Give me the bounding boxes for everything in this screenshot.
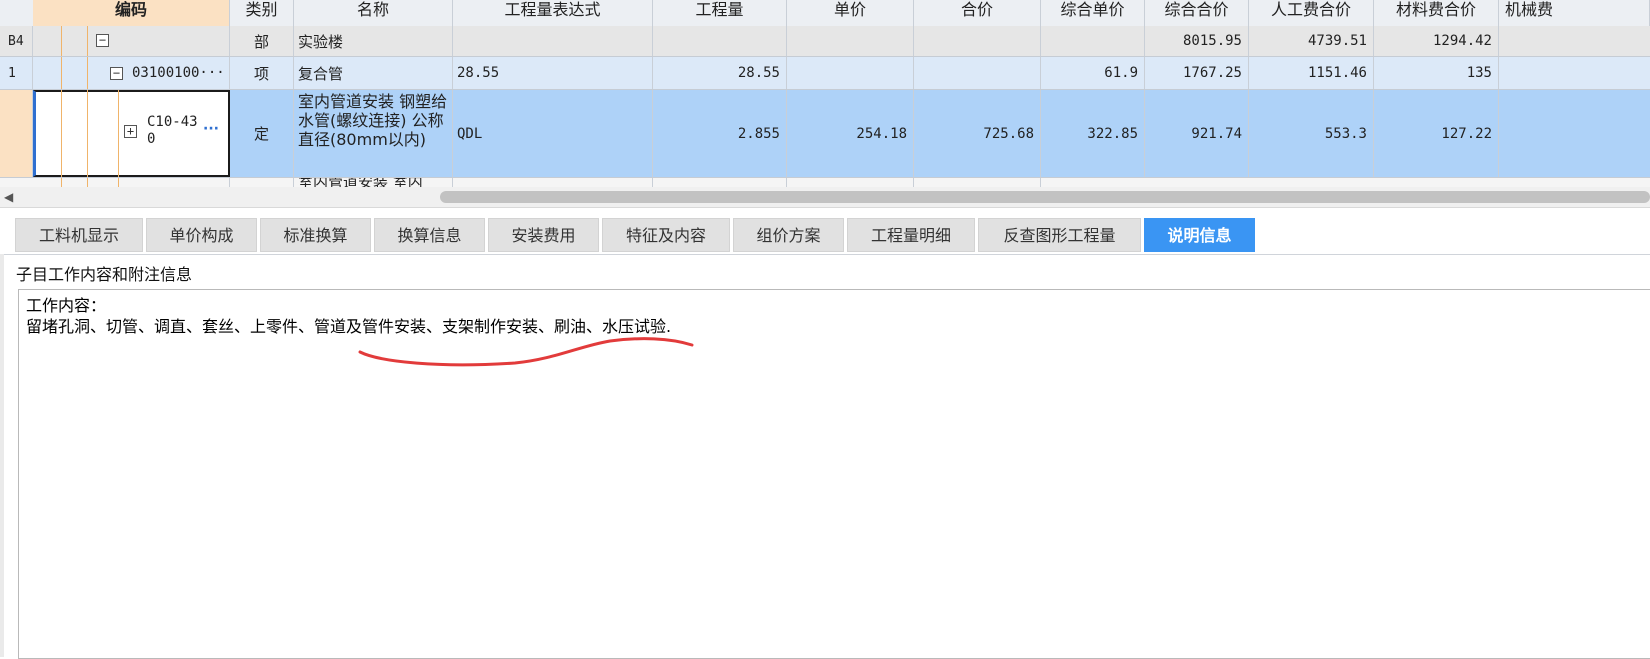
- col-header-material[interactable]: 材料费合价: [1374, 0, 1499, 26]
- tab-labor-material-machine[interactable]: 工料机显示: [15, 218, 143, 252]
- price-cell[interactable]: 254.18: [787, 90, 914, 177]
- type-cell[interactable]: 定: [230, 90, 294, 177]
- qty-cell[interactable]: 28.55: [653, 57, 787, 89]
- col-header-comp-price[interactable]: 综合单价: [1041, 0, 1145, 26]
- table-row[interactable]: 室内管道安装 室内: [0, 178, 1650, 187]
- expr-cell[interactable]: [453, 26, 653, 56]
- col-header-qty[interactable]: 工程量: [653, 0, 787, 26]
- tab-description-info[interactable]: 说明信息: [1144, 218, 1255, 252]
- row-number: [0, 90, 33, 177]
- code-cell[interactable]: 03100100···: [128, 57, 230, 89]
- tab-standard-conversion[interactable]: 标准换算: [260, 218, 371, 252]
- tab-reverse-graphic-quantity[interactable]: 反查图形工程量: [978, 218, 1141, 252]
- tab-installation-cost[interactable]: 安装费用: [488, 218, 599, 252]
- comp-price-cell[interactable]: 322.85: [1041, 90, 1145, 177]
- price-cell: [787, 178, 914, 187]
- code-text[interactable]: C10-43 0: [147, 114, 198, 148]
- total-cell[interactable]: [914, 26, 1041, 56]
- horizontal-scrollbar[interactable]: ◀: [0, 187, 1650, 208]
- name-cell[interactable]: 室内管道安装 钢塑给水管(螺纹连接) 公称直径(80mm以内): [294, 90, 453, 177]
- expr-cell: [453, 178, 653, 187]
- col-header-machine[interactable]: 机械费: [1499, 0, 1650, 26]
- more-options-icon[interactable]: ···: [203, 121, 219, 137]
- code-line: C10-43: [147, 114, 198, 130]
- row-number: B4: [0, 26, 33, 56]
- comp-total-cell[interactable]: 1767.25: [1145, 57, 1249, 89]
- table-row[interactable]: B4 − 部 实验楼 8015.95 4739.51 1294.42: [0, 26, 1650, 57]
- comp-total-cell[interactable]: 8015.95: [1145, 26, 1249, 56]
- expr-cell[interactable]: QDL: [453, 90, 653, 177]
- expr-cell[interactable]: 28.55: [453, 57, 653, 89]
- price-cell[interactable]: [787, 57, 914, 89]
- col-header-comp-total[interactable]: 综合合价: [1145, 0, 1249, 26]
- row-number: 1: [0, 57, 33, 89]
- expand-toggle-icon[interactable]: +: [124, 125, 137, 138]
- name-cell[interactable]: 室内管道安装 室内: [294, 178, 453, 187]
- code-cell[interactable]: [33, 178, 230, 187]
- table-row[interactable]: 1 − 03100100··· 项 复合管 28.55 28.55 61.9 1…: [0, 57, 1650, 90]
- comp-total-cell[interactable]: 921.74: [1145, 90, 1249, 177]
- qty-cell[interactable]: 2.855: [653, 90, 787, 177]
- detail-tabs: 工料机显示 单价构成 标准换算 换算信息 安装费用 特征及内容 组价方案 工程量…: [0, 208, 1650, 255]
- col-header-price[interactable]: 单价: [787, 0, 914, 26]
- total-cell[interactable]: 725.68: [914, 90, 1041, 177]
- col-header-name[interactable]: 名称: [294, 0, 453, 26]
- work-content-label: 工作内容：: [26, 296, 107, 315]
- name-cell[interactable]: 实验楼: [294, 26, 453, 56]
- tab-features-content[interactable]: 特征及内容: [602, 218, 730, 252]
- collapse-toggle-icon[interactable]: −: [110, 67, 123, 80]
- labor-cell[interactable]: 1151.46: [1249, 57, 1374, 89]
- qty-cell: [653, 178, 787, 187]
- item-grid: 编码 类别 名称 工程量表达式 工程量 单价 合价 综合单价 综合合价 人工费合…: [0, 0, 1650, 187]
- table-row-selected[interactable]: + C10-43 0 ··· 定 室内管道安装 钢塑给水管(螺纹连接) 公称直径…: [0, 90, 1650, 178]
- panel-title: 子目工作内容和附注信息: [16, 265, 193, 284]
- scrollbar-thumb[interactable]: [440, 191, 1650, 203]
- scroll-left-icon[interactable]: ◀: [4, 187, 13, 207]
- tab-conversion-info[interactable]: 换算信息: [374, 218, 485, 252]
- type-cell[interactable]: 项: [230, 57, 294, 89]
- tab-pricing-scheme[interactable]: 组价方案: [733, 218, 844, 252]
- code-cell[interactable]: [33, 26, 230, 56]
- name-cell[interactable]: 复合管: [294, 57, 453, 89]
- work-content-text: 留堵孔洞、切管、调直、套丝、上零件、管道及管件安装、支架制作安装、刷油、水压试验…: [26, 317, 672, 336]
- col-header-expr[interactable]: 工程量表达式: [453, 0, 653, 26]
- type-cell[interactable]: [230, 178, 294, 187]
- total-cell[interactable]: [914, 57, 1041, 89]
- price-cell[interactable]: [787, 26, 914, 56]
- material-cell[interactable]: 127.22: [1374, 90, 1499, 177]
- tab-quantity-details[interactable]: 工程量明细: [847, 218, 975, 252]
- tab-unit-price-composition[interactable]: 单价构成: [146, 218, 257, 252]
- type-cell[interactable]: 部: [230, 26, 294, 56]
- col-header-type[interactable]: 类别: [230, 0, 294, 26]
- material-cell[interactable]: 1294.42: [1374, 26, 1499, 56]
- qty-cell[interactable]: [653, 26, 787, 56]
- labor-cell[interactable]: 553.3: [1249, 90, 1374, 177]
- col-header-total[interactable]: 合价: [914, 0, 1041, 26]
- grid-header-row: 编码 类别 名称 工程量表达式 工程量 单价 合价 综合单价 综合合价 人工费合…: [0, 0, 1650, 27]
- code-line: 0: [147, 131, 156, 147]
- work-content-textarea[interactable]: 工作内容： 留堵孔洞、切管、调直、套丝、上零件、管道及管件安装、支架制作安装、刷…: [18, 289, 1650, 659]
- total-cell: [914, 178, 1041, 187]
- panel-left-edge: [0, 254, 4, 657]
- labor-cell[interactable]: 4739.51: [1249, 26, 1374, 56]
- comp-price-cell[interactable]: 61.9: [1041, 57, 1145, 89]
- material-cell[interactable]: 135: [1374, 57, 1499, 89]
- col-header-code[interactable]: 编码: [33, 0, 230, 26]
- comp-price-cell[interactable]: [1041, 26, 1145, 56]
- col-header-labor[interactable]: 人工费合价: [1249, 0, 1374, 26]
